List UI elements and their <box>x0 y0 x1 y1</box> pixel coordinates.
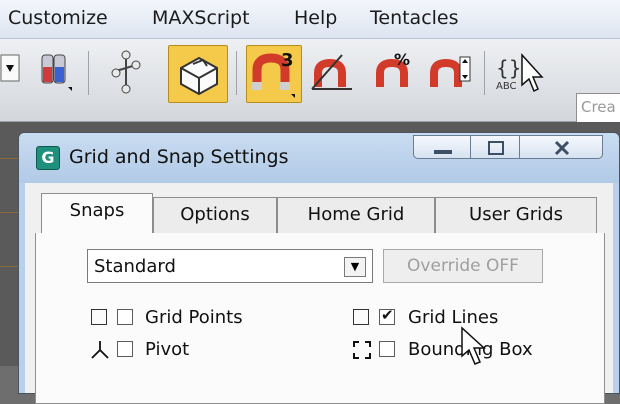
pivot-checkbox[interactable] <box>117 341 133 357</box>
grid-and-snap-settings-dialog: G Grid and Snap Settings Snaps Options H… <box>18 132 620 404</box>
grid-points-label: Grid Points <box>145 307 243 328</box>
dialog-client-area: Snaps Options Home Grid User Grids Stand… <box>25 183 613 404</box>
grid-points-snap-icon <box>91 309 107 325</box>
svg-text:3: 3 <box>281 50 294 71</box>
maximize-button[interactable] <box>470 135 520 159</box>
pivot-label: Pivot <box>145 339 190 360</box>
tab-home-grid[interactable]: Home Grid <box>277 197 435 233</box>
menubar: Customize MAXScript Help Tentacles <box>0 0 620 39</box>
bounding-box-snap-icon <box>351 339 373 361</box>
snap-type-dropdown[interactable]: Standard ▼ <box>87 249 373 283</box>
tab-user-grids[interactable]: User Grids <box>435 197 597 233</box>
dialog-title-bar[interactable]: G Grid and Snap Settings <box>19 133 619 183</box>
tab-snaps[interactable]: Snaps <box>41 193 153 233</box>
toolbar-separator <box>88 51 89 95</box>
svg-text:ABC: ABC <box>496 81 517 92</box>
window-buttons <box>413 135 603 161</box>
main-toolbar: 3 % {} ABC Crea <box>0 39 620 125</box>
close-button[interactable] <box>519 135 603 159</box>
hierarchy-icon[interactable] <box>102 45 150 101</box>
pivot-snap-icon <box>89 339 111 361</box>
toolbar-separator <box>484 51 485 95</box>
menu-customize[interactable]: Customize <box>8 7 108 29</box>
named-selection-sets-icon[interactable] <box>32 45 80 101</box>
angle-snap-icon[interactable] <box>308 45 356 101</box>
svg-text:%: % <box>394 50 410 69</box>
grid-lines-snap-icon <box>353 309 369 325</box>
menu-maxscript[interactable]: MAXScript <box>152 7 250 29</box>
menu-help[interactable]: Help <box>294 7 337 29</box>
tab-options[interactable]: Options <box>153 197 277 233</box>
bounding-box-checkbox[interactable] <box>379 341 395 357</box>
chevron-down-icon[interactable]: ▼ <box>344 257 366 277</box>
dialog-title: Grid and Snap Settings <box>69 146 289 168</box>
snap-type-value: Standard <box>94 256 176 277</box>
app-icon: G <box>36 146 60 170</box>
snap-3d-magnet-icon[interactable]: 3 <box>246 45 302 103</box>
snap-toggle-icon[interactable] <box>168 45 228 103</box>
minimize-button[interactable] <box>413 135 471 159</box>
grid-points-checkbox[interactable] <box>117 309 133 325</box>
spinner-snap-icon[interactable] <box>426 45 474 101</box>
menu-tentacles[interactable]: Tentacles <box>370 7 459 29</box>
dropdown-arrow-button[interactable] <box>0 45 22 101</box>
percent-snap-icon[interactable]: % <box>370 45 418 101</box>
edit-named-selection-icon[interactable]: {} ABC <box>492 45 566 101</box>
toolbar-separator <box>236 51 237 95</box>
grid-lines-label: Grid Lines <box>408 307 499 328</box>
override-button[interactable]: Override OFF <box>383 249 543 283</box>
svg-text:{}: {} <box>496 56 521 80</box>
grid-lines-checkbox[interactable] <box>379 306 395 325</box>
named-selection-input[interactable]: Crea <box>576 93 620 125</box>
